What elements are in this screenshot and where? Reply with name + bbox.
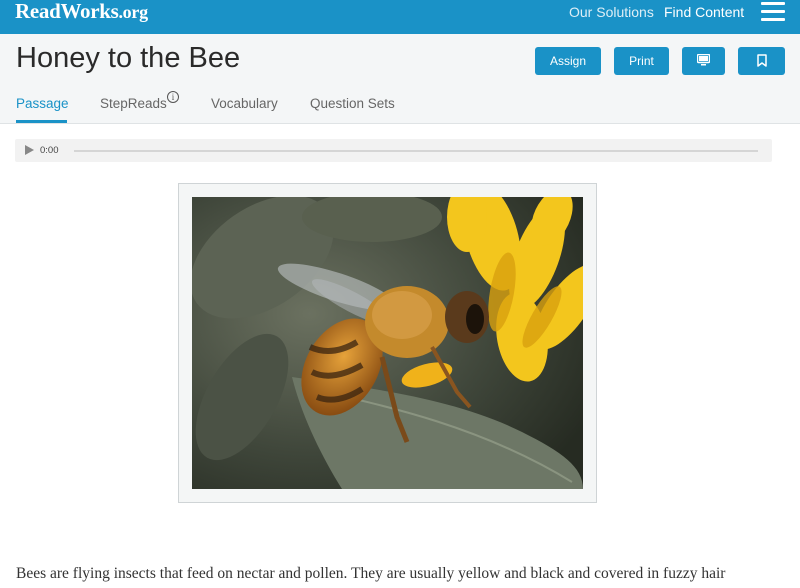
nav-find-content-link[interactable]: Find Content: [664, 4, 744, 20]
tab-passage[interactable]: Passage: [16, 96, 69, 111]
audio-time-display: 0:00: [40, 145, 59, 156]
tab-stepreads[interactable]: StepReads: [100, 96, 167, 111]
monitor-icon: [696, 53, 711, 66]
tab-vocabulary[interactable]: Vocabulary: [211, 96, 278, 111]
active-tab-indicator: [16, 120, 67, 123]
audio-progress-track[interactable]: [74, 150, 758, 152]
play-icon[interactable]: [25, 145, 34, 155]
tab-question-sets[interactable]: Question Sets: [310, 96, 395, 111]
assign-button[interactable]: Assign: [535, 47, 601, 75]
print-button[interactable]: Print: [614, 47, 669, 75]
audio-player: 0:00: [15, 139, 772, 162]
bee-photo-illustration: [192, 197, 583, 489]
top-navigation-bar: ReadWorks.org Our Solutions Find Content: [0, 0, 800, 34]
passage-header: Honey to the Bee Assign Print Passage St…: [0, 34, 800, 124]
page-title: Honey to the Bee: [16, 42, 241, 74]
nav-our-solutions-link[interactable]: Our Solutions: [569, 4, 654, 20]
info-icon[interactable]: i: [167, 91, 179, 103]
bookmark-button[interactable]: [738, 47, 785, 75]
bee-on-flower-photo: [192, 197, 583, 489]
logo-main-text: ReadWorks: [15, 0, 119, 23]
projector-view-button[interactable]: [682, 47, 725, 75]
bookmark-icon: [756, 54, 767, 67]
passage-first-line: Bees are flying insects that feed on nec…: [16, 565, 726, 582]
hamburger-menu-icon[interactable]: [761, 2, 785, 21]
logo-tld-text: .org: [118, 2, 148, 22]
readworks-logo[interactable]: ReadWorks.org: [15, 0, 148, 24]
passage-image-frame: [178, 183, 597, 503]
